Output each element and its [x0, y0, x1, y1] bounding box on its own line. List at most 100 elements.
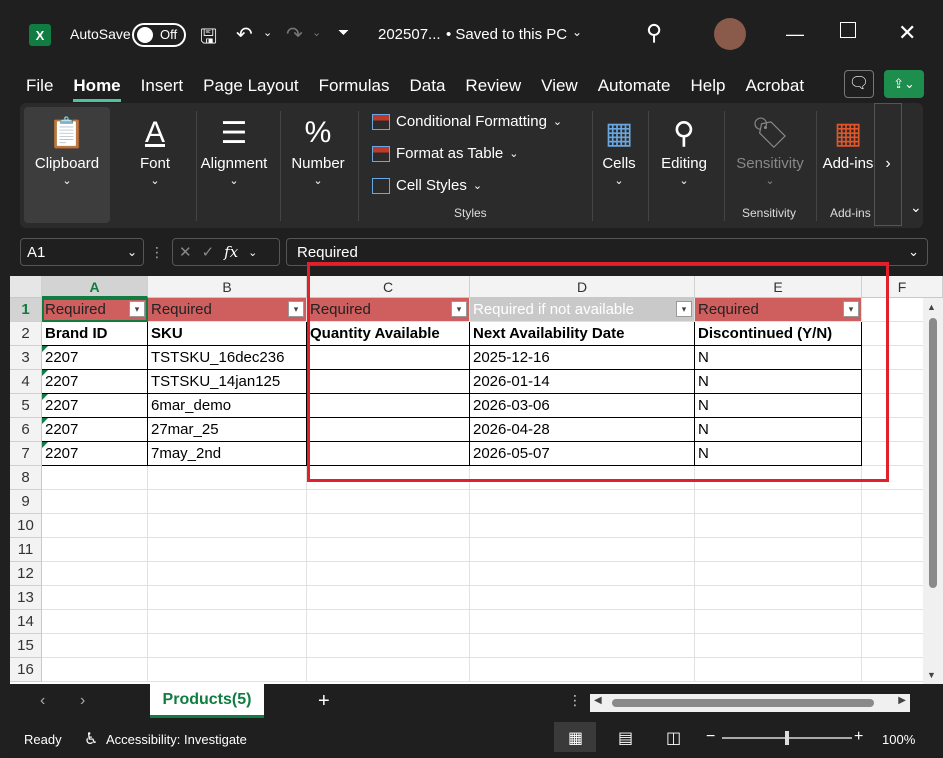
zoom-out-icon[interactable]: −: [706, 728, 715, 746]
cell[interactable]: [148, 658, 307, 682]
cell[interactable]: Required ▾: [42, 298, 148, 322]
tab-data[interactable]: Data: [400, 76, 456, 96]
row-header[interactable]: 12: [10, 562, 42, 586]
more-options-icon[interactable]: ⋮: [150, 244, 164, 261]
horizontal-scrollbar[interactable]: ◀ ▶: [590, 694, 910, 712]
row-header[interactable]: 15: [10, 634, 42, 658]
next-sheet-icon[interactable]: ›: [80, 692, 85, 710]
search-icon[interactable]: ⚲: [646, 20, 662, 46]
collapse-ribbon-icon[interactable]: ⌄: [910, 199, 922, 216]
page-break-view-icon[interactable]: ◫: [666, 728, 681, 748]
comments-icon[interactable]: 🗨: [844, 70, 874, 98]
accessibility-icon[interactable]: ♿: [84, 729, 98, 749]
sheet-tab-products[interactable]: Products(5): [150, 684, 264, 718]
cell[interactable]: Discontinued (Y/N): [695, 322, 862, 346]
row-header[interactable]: 10: [10, 514, 42, 538]
cell[interactable]: TSTSKU_16dec236: [148, 346, 307, 370]
column-header-a[interactable]: A: [42, 276, 148, 298]
row-header[interactable]: 16: [10, 658, 42, 682]
cell[interactable]: [695, 466, 862, 490]
scroll-right-icon[interactable]: ▶: [898, 695, 906, 706]
undo-icon[interactable]: ↶: [236, 22, 253, 47]
cell[interactable]: 6mar_demo: [148, 394, 307, 418]
cell[interactable]: Brand ID: [42, 322, 148, 346]
cell-styles-button[interactable]: Cell Styles ⌄: [372, 177, 482, 194]
cells-button[interactable]: ▦ Cells ⌄: [596, 111, 642, 188]
tab-automate[interactable]: Automate: [588, 76, 681, 96]
tab-help[interactable]: Help: [680, 76, 735, 96]
cell[interactable]: [42, 538, 148, 562]
cell[interactable]: 2026-03-06: [470, 394, 695, 418]
cell[interactable]: [307, 538, 470, 562]
cell[interactable]: [307, 466, 470, 490]
cell[interactable]: N: [695, 418, 862, 442]
customize-qat-icon[interactable]: ⏷: [338, 24, 349, 41]
cell[interactable]: [307, 370, 470, 394]
vertical-scrollbar[interactable]: ▲ ▼: [923, 298, 943, 684]
tab-insert[interactable]: Insert: [131, 76, 194, 96]
cell[interactable]: [307, 346, 470, 370]
cell[interactable]: [148, 466, 307, 490]
row-header[interactable]: 6: [10, 418, 42, 442]
addins-button[interactable]: ▦ Add-ins: [820, 111, 876, 173]
cell[interactable]: [470, 514, 695, 538]
cell[interactable]: Required ▾: [148, 298, 307, 322]
minimize-icon[interactable]: —: [786, 24, 804, 45]
cell[interactable]: Quantity Available: [307, 322, 470, 346]
normal-view-button[interactable]: ▦: [554, 722, 596, 752]
cell[interactable]: Next Availability Date: [470, 322, 695, 346]
row-header[interactable]: 9: [10, 490, 42, 514]
cell[interactable]: 2207: [42, 346, 148, 370]
cell[interactable]: 27mar_25: [148, 418, 307, 442]
redo-icon[interactable]: ↷: [286, 22, 303, 47]
cell[interactable]: [148, 562, 307, 586]
scroll-thumb[interactable]: [929, 318, 937, 588]
row-header[interactable]: 2: [10, 322, 42, 346]
row-header[interactable]: 5: [10, 394, 42, 418]
share-button[interactable]: ⇪⌄: [884, 70, 924, 98]
cell[interactable]: [307, 658, 470, 682]
font-button[interactable]: A Font ⌄: [120, 111, 190, 187]
row-header[interactable]: 3: [10, 346, 42, 370]
conditional-formatting-button[interactable]: Conditional Formatting ⌄: [372, 113, 562, 130]
cell[interactable]: 2207: [42, 370, 148, 394]
maximize-icon[interactable]: [840, 22, 856, 38]
cell[interactable]: [42, 490, 148, 514]
column-header-e[interactable]: E: [695, 276, 862, 298]
cell[interactable]: 2026-05-07: [470, 442, 695, 466]
avatar[interactable]: [714, 18, 746, 50]
cell[interactable]: [307, 514, 470, 538]
cell[interactable]: [148, 610, 307, 634]
cell[interactable]: 2207: [42, 394, 148, 418]
column-header-b[interactable]: B: [148, 276, 307, 298]
cell[interactable]: [470, 562, 695, 586]
autosave-toggle[interactable]: Off: [132, 23, 186, 47]
tab-home[interactable]: Home: [63, 76, 130, 102]
redo-dropdown-icon[interactable]: ⌄: [312, 26, 321, 39]
cell[interactable]: [695, 562, 862, 586]
cell[interactable]: [148, 586, 307, 610]
cell[interactable]: 7may_2nd: [148, 442, 307, 466]
format-as-table-button[interactable]: Format as Table ⌄: [372, 145, 519, 162]
scroll-up-icon[interactable]: ▲: [927, 302, 936, 312]
formula-input[interactable]: Required ⌄: [286, 238, 928, 266]
cell[interactable]: [695, 538, 862, 562]
cell[interactable]: [42, 562, 148, 586]
cell[interactable]: N: [695, 394, 862, 418]
cell[interactable]: [307, 442, 470, 466]
row-header[interactable]: 8: [10, 466, 42, 490]
tab-formulas[interactable]: Formulas: [309, 76, 400, 96]
cell[interactable]: [42, 586, 148, 610]
cell[interactable]: [307, 490, 470, 514]
more-options-icon[interactable]: ⋮: [568, 692, 582, 709]
clipboard-button[interactable]: 📋 Clipboard ⌄: [30, 111, 104, 188]
hscroll-thumb[interactable]: [612, 699, 874, 707]
cell[interactable]: [42, 634, 148, 658]
tab-review[interactable]: Review: [455, 76, 531, 96]
cell[interactable]: [695, 610, 862, 634]
scroll-down-icon[interactable]: ▼: [927, 670, 936, 680]
tab-view[interactable]: View: [531, 76, 588, 96]
cell[interactable]: [695, 658, 862, 682]
save-icon[interactable]: 🖫: [200, 22, 217, 56]
cell[interactable]: N: [695, 442, 862, 466]
